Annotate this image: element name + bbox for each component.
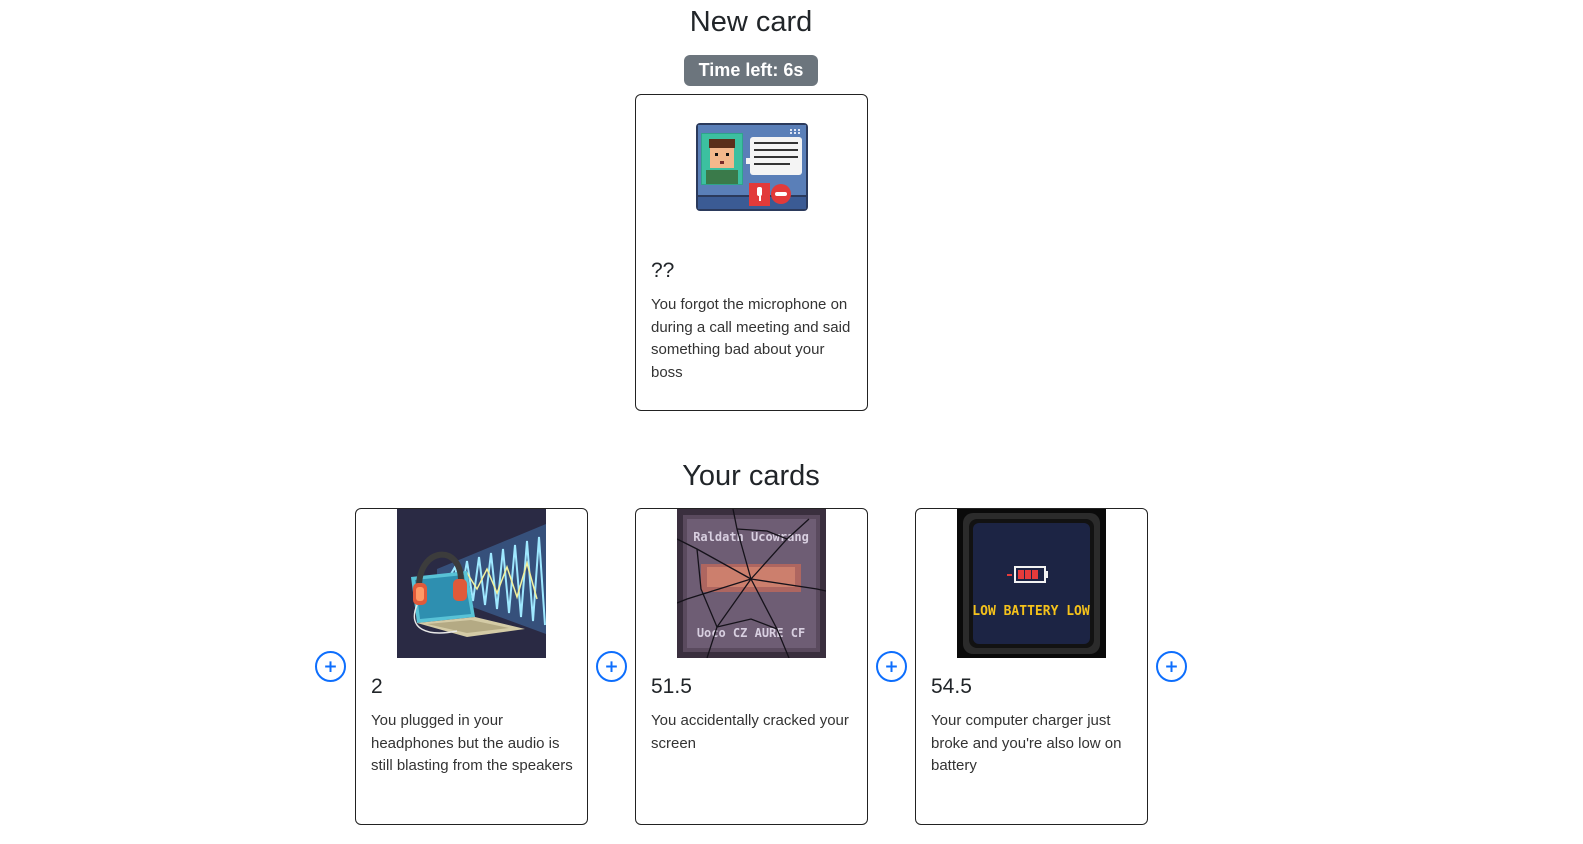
video-call-icon <box>681 96 822 236</box>
card-value: 2 <box>371 675 383 698</box>
card-value: ?? <box>651 259 675 282</box>
laptop-headphones-icon <box>397 509 546 658</box>
image-text: LOW BATTERY LOW <box>972 604 1090 619</box>
timer-badge: Time left: 6s <box>684 55 818 86</box>
hand-card: 2 You plugged in your headphones but the… <box>355 508 588 825</box>
hand-card: Raldatn Ucowrang Uoco CZ AURE CF 51.5 Yo… <box>635 508 868 825</box>
your-cards-heading: Your cards <box>682 460 820 492</box>
card-description: You accidentally cracked your screen <box>651 712 849 752</box>
cracked-screen-icon: Raldatn Ucowrang Uoco CZ AURE CF <box>677 509 826 658</box>
insert-card-button[interactable]: + <box>1156 651 1187 682</box>
low-battery-icon: LOW BATTERY LOW <box>957 509 1106 658</box>
new-card-heading: New card <box>689 6 813 38</box>
card-value: 54.5 <box>931 675 972 698</box>
new-card: ?? You forgot the microphone on during a… <box>635 94 868 411</box>
insert-card-button[interactable]: + <box>315 651 346 682</box>
card-description: You forgot the microphone on during a ca… <box>651 296 851 381</box>
card-description: You plugged in your headphones but the a… <box>371 712 573 774</box>
hand-card: LOW BATTERY LOW 54.5 Your computer charg… <box>915 508 1148 825</box>
game-page: New card Time left: 6s ?? You forgot the… <box>0 0 1583 844</box>
card-description: Your computer charger just broke and you… <box>931 712 1122 774</box>
insert-card-button[interactable]: + <box>596 651 627 682</box>
card-value: 51.5 <box>651 675 692 698</box>
image-text-top: Raldatn Ucowrang <box>693 530 809 544</box>
insert-card-button[interactable]: + <box>876 651 907 682</box>
